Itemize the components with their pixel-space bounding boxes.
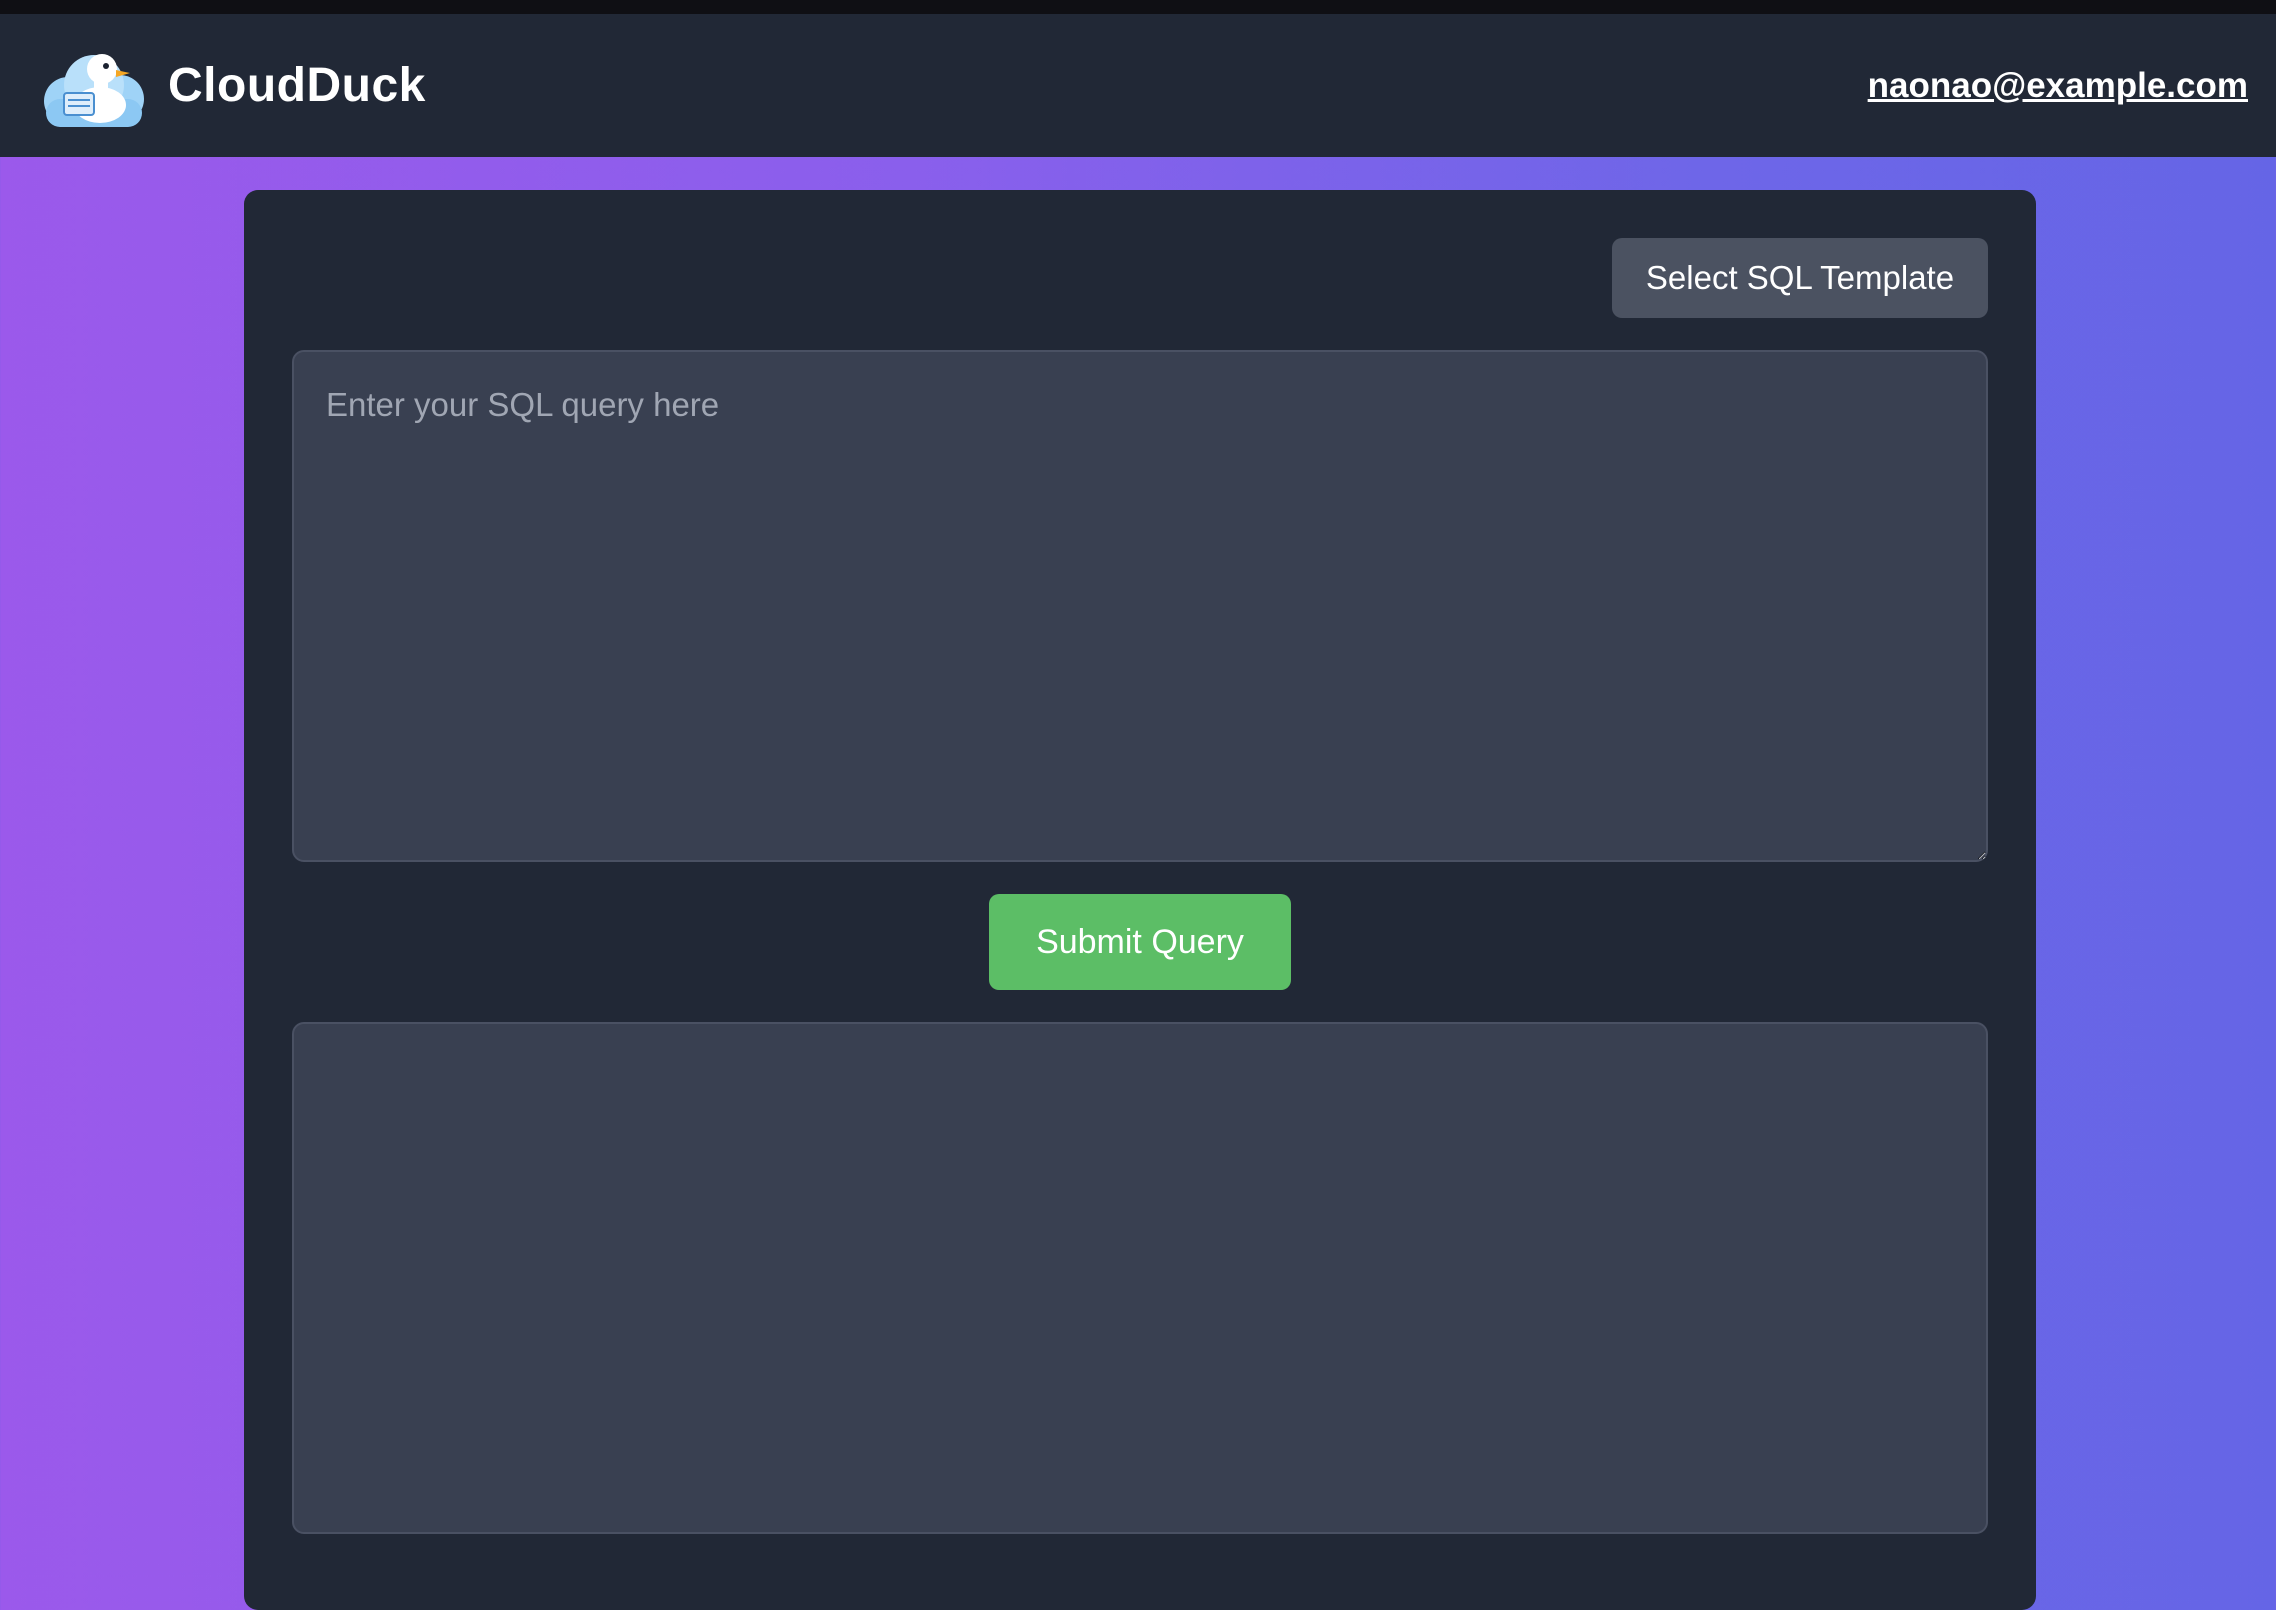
query-results-area: [292, 1022, 1988, 1534]
window-top-strip: [0, 0, 2276, 14]
navbar: CloudDuck naonao@example.com: [0, 14, 2276, 157]
cloud-duck-logo-icon: [44, 53, 144, 127]
sql-query-input[interactable]: [292, 350, 1988, 862]
select-sql-template-button[interactable]: Select SQL Template: [1612, 238, 1988, 318]
query-panel: Select SQL Template Submit Query: [244, 190, 2036, 1610]
user-email-link[interactable]: naonao@example.com: [1868, 66, 2248, 106]
brand[interactable]: CloudDuck: [34, 43, 426, 129]
brand-name: CloudDuck: [168, 59, 426, 112]
submit-query-button[interactable]: Submit Query: [989, 894, 1291, 990]
